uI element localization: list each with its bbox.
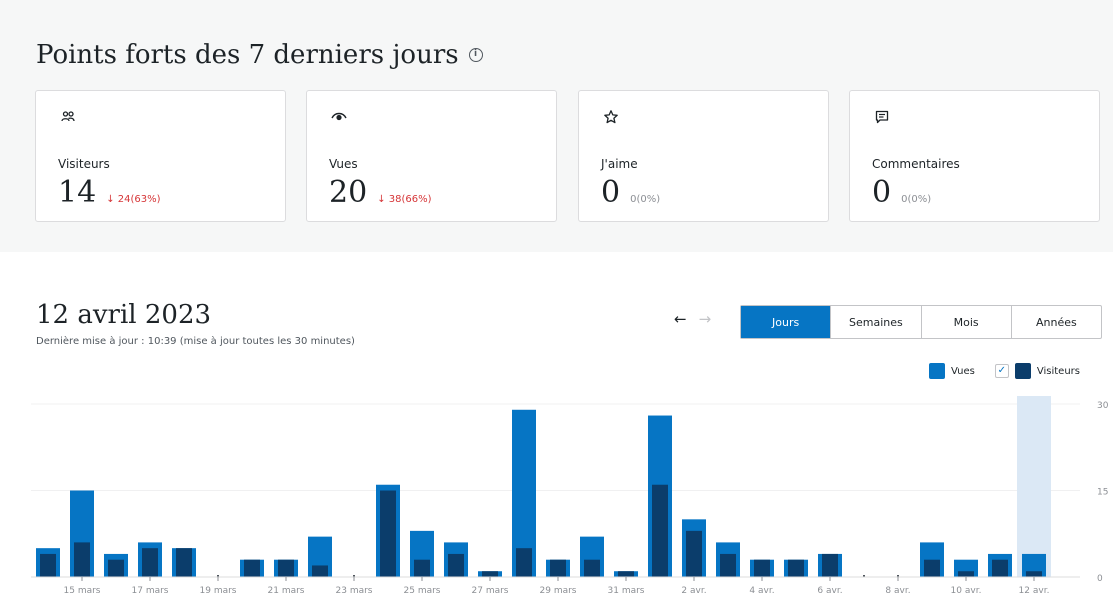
visitors-bar — [278, 559, 294, 577]
visitors-bar — [142, 548, 158, 577]
card-comments[interactable]: Commentaires 0 0(0%) — [849, 90, 1100, 222]
visitors-bar — [754, 559, 770, 577]
x-tick-label: 2 avr. — [681, 586, 706, 596]
visitors-bar — [176, 548, 192, 577]
card-value: 0 — [601, 175, 621, 210]
visitors-bar — [448, 553, 464, 577]
card-delta: ↓ 38(66%) — [377, 194, 432, 205]
visitors-bar — [550, 559, 566, 577]
star-icon — [604, 110, 618, 124]
visitors-bar — [1026, 571, 1042, 577]
x-tick-label: 29 mars — [540, 586, 577, 596]
visitors-bar — [312, 565, 328, 577]
y-tick-label: 15 — [1097, 488, 1108, 498]
card-visitors[interactable]: Visiteurs 14 ↓ 24(63%) — [35, 90, 286, 222]
card-label: Vues — [329, 157, 358, 171]
visitors-bar — [788, 559, 804, 577]
visitors-bar — [720, 553, 736, 577]
y-tick-label: 30 — [1097, 401, 1109, 411]
card-likes[interactable]: J'aime 0 0(0%) — [578, 90, 829, 222]
highlights-title-row: Points forts des 7 derniers jours i — [36, 40, 483, 70]
card-label: Commentaires — [872, 157, 960, 171]
visitors-bar — [40, 553, 56, 577]
selected-day-highlight — [1017, 396, 1051, 577]
visitors-bar — [822, 553, 838, 577]
x-tick-label: 25 mars — [404, 586, 441, 596]
x-tick-label: 15 mars — [64, 586, 101, 596]
card-label: J'aime — [601, 157, 638, 171]
people-icon — [61, 111, 75, 122]
visitors-bar — [992, 559, 1008, 577]
info-icon[interactable]: i — [468, 48, 483, 62]
visitors-bar — [414, 559, 430, 577]
comment-icon — [875, 110, 889, 124]
visitors-bar — [924, 559, 940, 577]
x-tick-label: 4 avr. — [749, 586, 774, 596]
x-tick-label: 17 mars — [132, 586, 169, 596]
card-value: 20 — [329, 175, 368, 210]
visitors-bar — [482, 571, 498, 577]
visitors-bar — [74, 542, 90, 577]
x-tick-label: 23 mars — [336, 586, 373, 596]
bar-chart: 15 mars 17 mars 19 mars 21 mars 23 mars 25 ma… — [31, 396, 1109, 596]
visitors-bar — [958, 571, 974, 577]
card-delta: ↓ 24(63%) — [106, 194, 161, 205]
x-tick-label: 10 avr. — [951, 586, 982, 596]
visitors-bar — [516, 548, 532, 577]
x-tick-label: 8 avr. — [885, 586, 910, 596]
visitors-bar — [686, 530, 702, 577]
x-tick-label: 31 mars — [608, 586, 645, 596]
x-tick-label: 27 mars — [472, 586, 509, 596]
visitors-bar — [652, 484, 668, 577]
highlights-title: Points forts des 7 derniers jours — [36, 40, 459, 70]
card-delta: 0(0%) — [630, 194, 661, 205]
x-tick-label: 12 avr. — [1019, 586, 1050, 596]
highlights-section: Points forts des 7 derniers jours i Visi… — [0, 0, 1113, 252]
visitors-bar — [380, 490, 396, 577]
x-tick-label: 19 mars — [200, 586, 237, 596]
x-tick-label: 6 avr. — [817, 586, 842, 596]
y-tick-label: 0 — [1097, 574, 1103, 584]
visitors-bar — [244, 559, 260, 577]
card-value: 0 — [872, 175, 892, 210]
visitors-bar — [108, 559, 124, 577]
visitors-bar — [618, 571, 634, 577]
card-views[interactable]: Vues 20 ↓ 38(66%) — [306, 90, 557, 222]
x-tick-label: 21 mars — [268, 586, 305, 596]
card-value: 14 — [58, 175, 97, 210]
eye-icon — [331, 112, 347, 121]
card-delta: 0(0%) — [901, 194, 932, 205]
stats-section: 12 avril 2023 Dernière mise à jour : 10:… — [0, 252, 1113, 601]
visitors-bar — [584, 559, 600, 577]
card-label: Visiteurs — [58, 157, 110, 171]
